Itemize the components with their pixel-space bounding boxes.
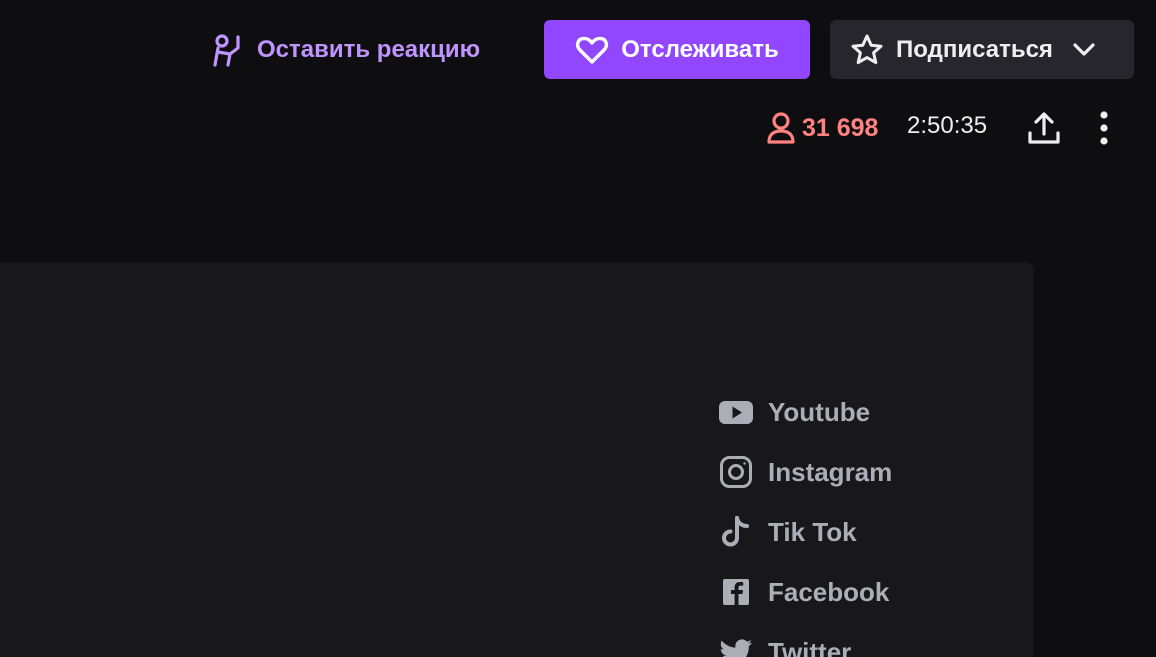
- social-link-label: Twitter: [768, 636, 852, 657]
- subscribe-button-label: Подписаться: [896, 35, 1053, 63]
- more-vertical-icon: [1098, 110, 1110, 146]
- social-link-label: Tik Tok: [768, 516, 857, 547]
- twitter-icon: [718, 634, 754, 657]
- facebook-icon: [718, 574, 754, 610]
- chevron-down-icon[interactable]: [1065, 37, 1097, 63]
- social-link-twitter[interactable]: Twitter: [718, 622, 892, 657]
- social-link-youtube[interactable]: Youtube: [718, 382, 892, 442]
- subscribe-button[interactable]: Подписаться: [830, 20, 1134, 79]
- star-icon: [850, 33, 884, 67]
- follow-button-label: Отслеживать: [621, 35, 779, 63]
- react-button[interactable]: Оставить реакцию: [210, 28, 480, 72]
- instagram-icon: [718, 454, 754, 490]
- social-link-label: Facebook: [768, 576, 890, 607]
- social-link-tiktok[interactable]: Tik Tok: [718, 502, 892, 562]
- social-link-label: Youtube: [768, 396, 871, 427]
- viewer-count: 31 698: [766, 110, 878, 146]
- youtube-icon: [718, 394, 754, 430]
- tiktok-icon: [718, 514, 754, 550]
- follow-button[interactable]: Отслеживать: [544, 20, 810, 79]
- share-icon: [1026, 110, 1062, 146]
- viewer-count-value: 31 698: [802, 113, 879, 142]
- social-links-list: Youtube Instagram Tik Tok Facebook Twitt…: [718, 382, 892, 657]
- stream-uptime: 2:50:35: [907, 112, 988, 139]
- react-button-label: Оставить реакцию: [257, 36, 481, 63]
- more-options-button[interactable]: [1086, 108, 1122, 148]
- channel-page: Оставить реакцию Отслеживать Подписаться: [0, 0, 1156, 657]
- social-link-facebook[interactable]: Facebook: [718, 562, 892, 622]
- heart-icon: [575, 34, 609, 66]
- social-link-instagram[interactable]: Instagram: [718, 442, 892, 502]
- social-link-label: Instagram: [768, 456, 893, 487]
- share-button[interactable]: [1024, 108, 1064, 148]
- person-icon: [766, 111, 796, 145]
- react-icon: [210, 32, 246, 68]
